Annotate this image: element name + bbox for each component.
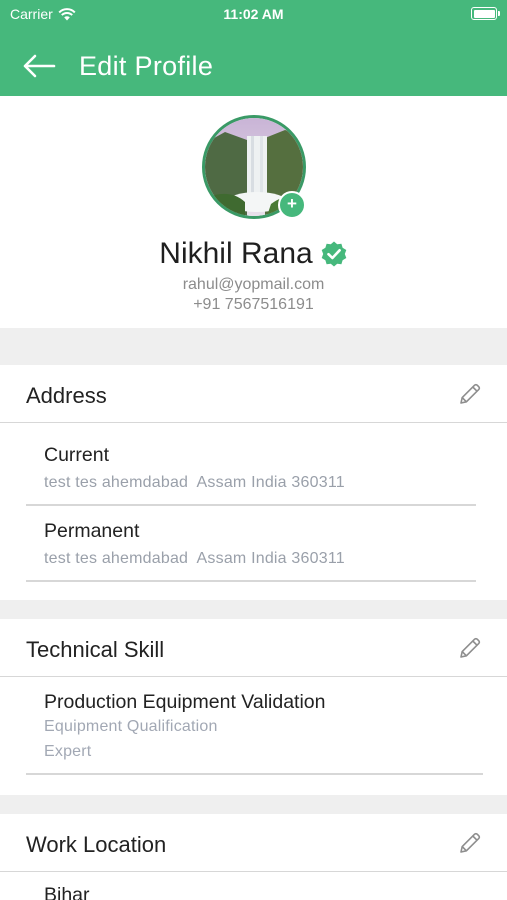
address-item-permanent[interactable]: Permanent test tes ahemdabad Assam India…: [26, 506, 476, 582]
back-button[interactable]: [22, 50, 62, 82]
profile-email: rahul@yopmail.com: [182, 276, 325, 293]
technical-skill-title: Technical Skill: [26, 637, 165, 662]
skill-name: Production Equipment Validation: [44, 691, 326, 713]
address-value: test tes ahemdabad Assam India 360311: [44, 550, 345, 567]
page-title: Edit Profile: [79, 51, 214, 81]
address-section-header: Address: [0, 365, 507, 423]
skill-item[interactable]: Production Equipment Validation Equipmen…: [26, 678, 483, 776]
technical-skill-section-header: Technical Skill: [0, 619, 507, 677]
address-value: test tes ahemdabad Assam India 360311: [44, 474, 345, 491]
address-label: Current: [44, 444, 110, 466]
skill-level: Expert: [44, 743, 92, 760]
back-arrow-icon: [23, 54, 56, 78]
profile-phone: +91 7567516191: [193, 296, 314, 313]
section-spacer: [0, 600, 507, 619]
section-spacer: [0, 795, 507, 814]
status-bar: Carrier 11:02 AM: [0, 0, 507, 30]
pencil-icon[interactable]: [457, 381, 483, 407]
profile-name: Nikhil Rana: [159, 237, 313, 270]
work-location-label: Bihar: [44, 884, 90, 900]
section-spacer: [0, 328, 507, 365]
divider: [26, 773, 483, 775]
add-photo-icon[interactable]: +: [278, 191, 306, 219]
divider: [26, 580, 476, 582]
skill-category: Equipment Qualification: [44, 718, 218, 735]
address-label: Permanent: [44, 520, 140, 542]
app-header: Carrier 11:02 AM Edit Profile: [0, 0, 507, 96]
address-item-current[interactable]: Current test tes ahemdabad Assam India 3…: [26, 424, 476, 506]
verified-badge-icon: [321, 241, 347, 267]
avatar-container: +: [202, 115, 306, 219]
nav-bar: Edit Profile: [0, 38, 507, 96]
profile-card: + Nikhil Rana rahul@yopmail.com +91 7567…: [0, 96, 507, 328]
address-title: Address: [26, 383, 107, 408]
work-location-section-header: Work Location: [0, 814, 507, 872]
work-location-item[interactable]: Bihar: [26, 873, 476, 900]
status-time: 11:02 AM: [223, 6, 284, 22]
work-location-title: Work Location: [26, 832, 167, 857]
battery-icon: [471, 7, 500, 20]
pencil-icon[interactable]: [457, 830, 483, 856]
name-row: Nikhil Rana: [0, 237, 507, 271]
pencil-icon[interactable]: [457, 635, 483, 661]
